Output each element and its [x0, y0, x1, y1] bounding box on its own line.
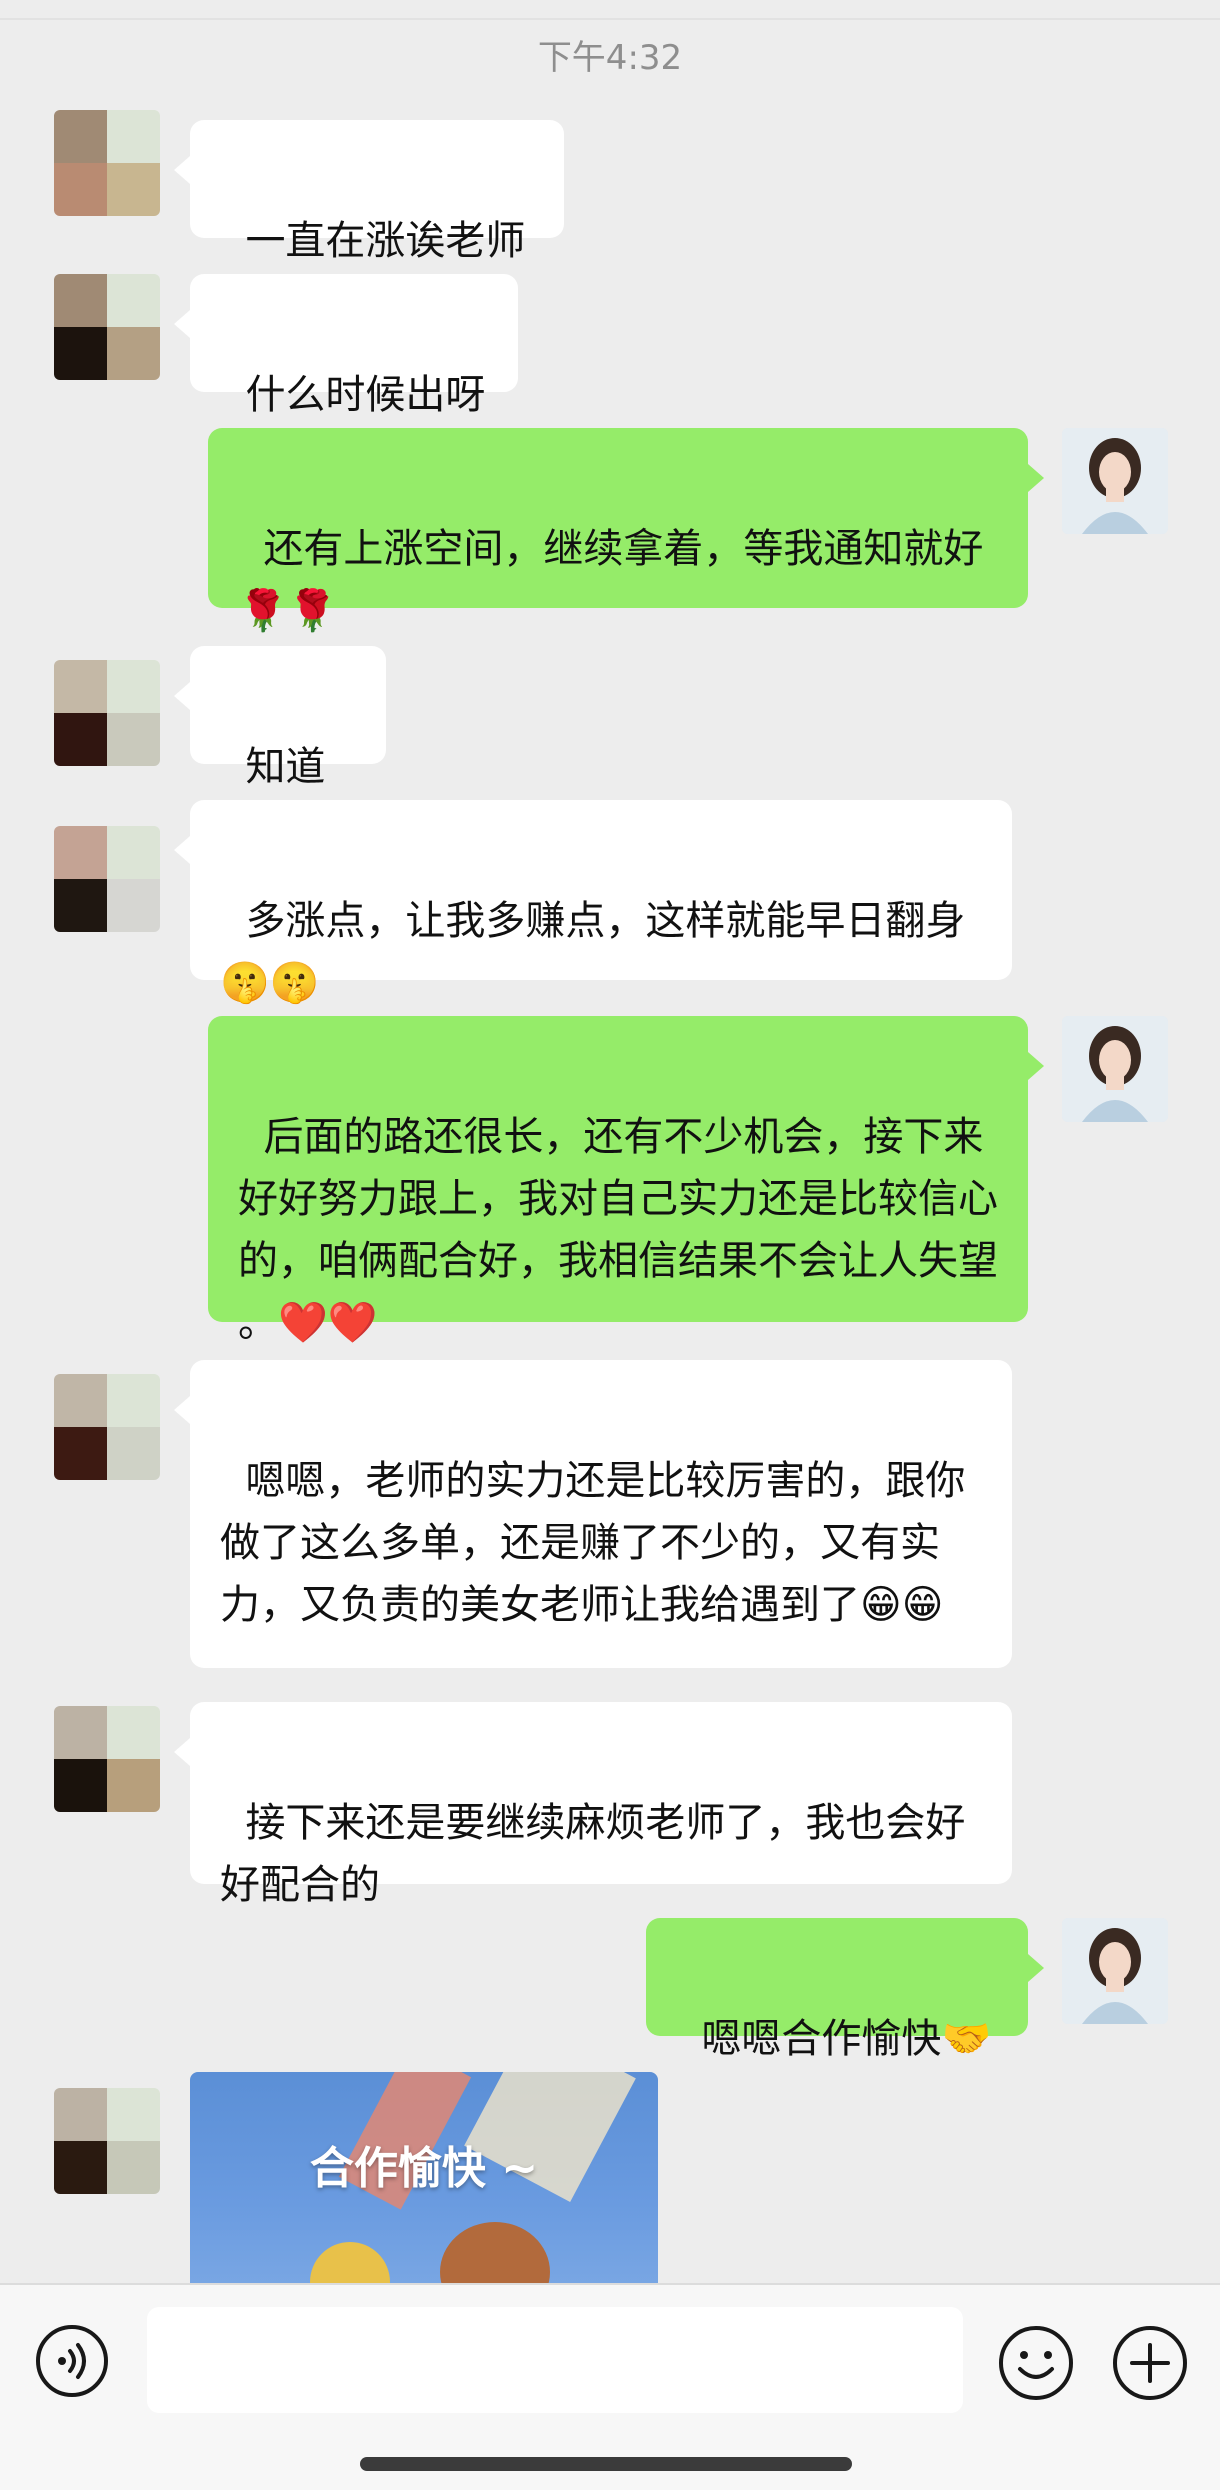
- contact-avatar[interactable]: [54, 1706, 160, 1812]
- message-text: 多涨点，让我多赚点，这样就能早日翻身: [245, 898, 966, 944]
- shush-emoji: 🤫🤫: [220, 960, 320, 1006]
- grin-emoji: 😁😁: [860, 1582, 944, 1628]
- message-bubble-received[interactable]: 知道啦: [174, 646, 386, 852]
- voice-icon[interactable]: [34, 2323, 110, 2399]
- plus-icon[interactable]: [1110, 2323, 1190, 2403]
- message-bubble-received[interactable]: 嗯嗯，老师的实力还是比较厉害的，跟你做了这么多单，还是赚了不少的，又有实力，又负…: [174, 1360, 1012, 1668]
- message-text: 一直在涨诶老师: [245, 218, 526, 264]
- contact-avatar[interactable]: [54, 274, 160, 380]
- message-bubble-received[interactable]: 多涨点，让我多赚点，这样就能早日翻身 🤫🤫: [174, 800, 1012, 1006]
- chat-input-bar: [0, 2283, 1220, 2490]
- contact-avatar[interactable]: [54, 1374, 160, 1480]
- message-input[interactable]: [147, 2307, 963, 2413]
- heart-emoji: ❤️❤️: [278, 1300, 378, 1346]
- home-indicator[interactable]: [360, 2457, 852, 2471]
- message-text: 接下来还是要继续麻烦老师了，我也会好好配合的: [220, 1800, 966, 1908]
- cartoon-mouse-figure: [440, 2222, 550, 2292]
- message-bubble-sent[interactable]: 后面的路还很长，还有不少机会，接下来好好努力跟上，我对自己实力还是比较信心的，咱…: [208, 1016, 1044, 1346]
- sticker-caption: 合作愉快 ~: [309, 2143, 539, 2194]
- contact-avatar[interactable]: [54, 826, 160, 932]
- emoji-icon[interactable]: [996, 2323, 1076, 2403]
- message-text: 还有上涨空间，继续拿着，等我通知就好: [263, 526, 984, 572]
- message-bubble-sent[interactable]: 嗯嗯合作愉快🤝: [646, 1918, 1044, 2062]
- own-avatar[interactable]: [1062, 1918, 1168, 2024]
- contact-avatar[interactable]: [54, 2088, 160, 2194]
- own-avatar[interactable]: [1062, 428, 1168, 534]
- contact-avatar[interactable]: [54, 660, 160, 766]
- message-bubble-received[interactable]: 一直在涨诶老师: [174, 120, 564, 264]
- message-text: 嗯嗯，老师的实力还是比较厉害的，跟你做了这么多单，还是赚了不少的，又有实力，又负…: [220, 1458, 966, 1628]
- rose-emoji: 🌹🌹: [238, 588, 338, 634]
- sticker-image[interactable]: 合作愉快 ~: [190, 2072, 658, 2292]
- message-bubble-received[interactable]: 什么时候出呀: [174, 274, 518, 418]
- message-bubble-sent[interactable]: 还有上涨空间，继续拿着，等我通知就好 🌹🌹: [208, 428, 1044, 634]
- message-bubble-received[interactable]: 接下来还是要继续麻烦老师了，我也会好好配合的: [174, 1702, 1012, 1908]
- handshake-emoji: 🤝: [941, 2016, 992, 2062]
- message-text: 什么时候出呀: [245, 372, 486, 418]
- status-bar-divider: [0, 0, 1220, 20]
- own-avatar[interactable]: [1062, 1016, 1168, 1122]
- message-text: 嗯嗯合作愉快: [701, 2016, 942, 2062]
- contact-avatar[interactable]: [54, 110, 160, 216]
- message-timestamp: 下午4:32: [537, 38, 683, 78]
